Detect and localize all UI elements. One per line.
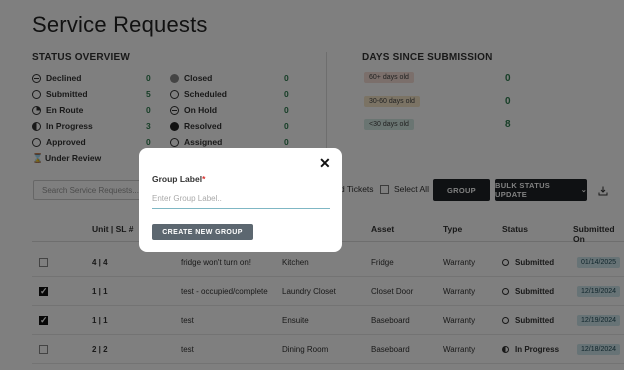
- create-new-group-button[interactable]: CREATE NEW GROUP: [152, 224, 253, 240]
- group-label-title: Group Label*: [152, 174, 206, 184]
- close-icon[interactable]: ✕: [319, 156, 331, 170]
- required-mark: *: [202, 174, 206, 184]
- group-label-input[interactable]: [152, 189, 330, 209]
- create-group-modal: ✕ Group Label* CREATE NEW GROUP: [139, 148, 342, 252]
